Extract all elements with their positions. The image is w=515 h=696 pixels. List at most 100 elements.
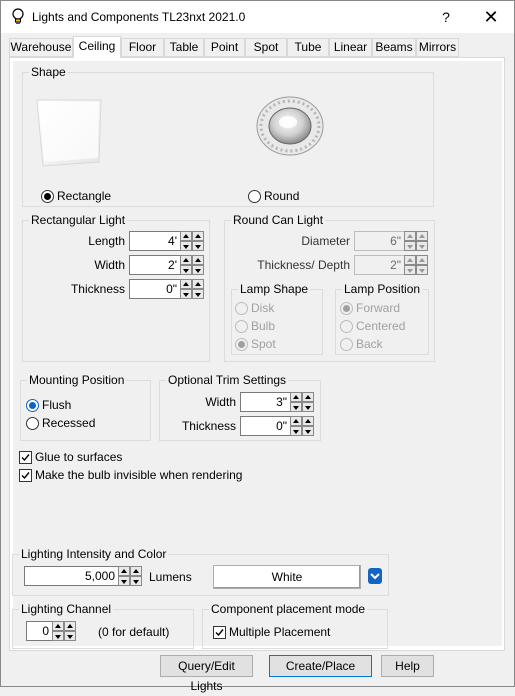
create-place-button[interactable]: Create/Place xyxy=(269,655,372,677)
help-title-button[interactable]: ? xyxy=(431,5,461,29)
width-increment[interactable] xyxy=(180,255,192,265)
trim-thickness-decrement[interactable] xyxy=(290,426,302,436)
diameter-arrows xyxy=(404,231,429,251)
channel-input[interactable]: 0 xyxy=(26,621,53,641)
lamp-shape-disk-radio: Disk xyxy=(235,301,274,315)
intensity-decrement-alt[interactable] xyxy=(130,576,142,586)
check-icon xyxy=(21,472,30,480)
diameter-increment xyxy=(404,231,416,241)
thickness-increment-alt[interactable] xyxy=(192,279,204,289)
mounting-recessed-radio[interactable]: Recessed xyxy=(26,416,95,430)
multiple-placement-label: Multiple Placement xyxy=(229,625,331,639)
channel-increment[interactable] xyxy=(52,621,64,631)
length-arrows xyxy=(180,231,205,251)
intensity-arrows xyxy=(118,566,143,586)
intensity-decrement[interactable] xyxy=(118,576,130,586)
tab-floor[interactable]: Floor xyxy=(121,38,164,57)
intensity-increment-alt[interactable] xyxy=(130,566,142,576)
width-arrows xyxy=(180,255,205,275)
rectangle-light-preview[interactable] xyxy=(33,96,105,168)
length-increment-alt[interactable] xyxy=(192,231,204,241)
mounting-flush-radio[interactable]: Flush xyxy=(26,398,71,412)
width-decrement-alt[interactable] xyxy=(192,265,204,275)
channel-decrement-alt[interactable] xyxy=(64,631,76,641)
depth-decrement-alt xyxy=(416,265,428,275)
shape-round-label: Round xyxy=(264,189,300,203)
width-increment-alt[interactable] xyxy=(192,255,204,265)
trim-width-increment[interactable] xyxy=(290,392,302,402)
color-dropdown-button[interactable] xyxy=(368,568,382,584)
placement-mode-label: Component placement mode xyxy=(209,602,368,616)
trim-settings-label: Optional Trim Settings xyxy=(166,373,289,387)
lamp-shape-spot-radio: Spot xyxy=(235,337,276,351)
tab-linear[interactable]: Linear xyxy=(329,38,372,57)
diameter-input: 6" xyxy=(354,231,405,251)
trim-thickness-increment[interactable] xyxy=(290,416,302,426)
checkbox-box xyxy=(19,469,32,482)
tab-table[interactable]: Table xyxy=(164,38,204,57)
trim-width-increment-alt[interactable] xyxy=(302,392,314,402)
length-decrement-alt[interactable] xyxy=(192,241,204,251)
color-picker-button[interactable]: White xyxy=(213,565,361,589)
trim-thickness-input[interactable]: 0" xyxy=(240,416,291,436)
diameter-label: Diameter xyxy=(301,234,350,248)
invisible-bulb-checkbox[interactable]: Make the bulb invisible when rendering xyxy=(19,468,242,482)
glue-to-surfaces-checkbox[interactable]: Glue to surfaces xyxy=(19,450,122,464)
tab-point[interactable]: Point xyxy=(204,38,245,57)
dialog-window: Lights and Components TL23nxt 2021.0 ? ✕… xyxy=(0,0,515,693)
trim-thickness-decrement-alt[interactable] xyxy=(302,426,314,436)
tab-ceiling[interactable]: Ceiling xyxy=(73,36,121,58)
length-input[interactable]: 4' xyxy=(129,231,181,251)
thickness-decrement-alt[interactable] xyxy=(192,289,204,299)
length-decrement[interactable] xyxy=(180,241,192,251)
lamp-shape-bulb-label: Bulb xyxy=(251,319,276,333)
diameter-decrement xyxy=(404,241,416,251)
tab-warehouse[interactable]: Warehouse xyxy=(9,38,73,57)
lamp-position-centered-label: Centered xyxy=(356,319,406,333)
rectangular-light-label: Rectangular Light xyxy=(29,213,128,227)
channel-arrows xyxy=(52,621,77,641)
help-button[interactable]: Help xyxy=(381,655,434,677)
thickness-input[interactable]: 0" xyxy=(129,279,181,299)
width-input[interactable]: 2' xyxy=(129,255,181,275)
depth-arrows xyxy=(404,255,429,275)
shape-rectangle-radio[interactable]: Rectangle xyxy=(41,189,111,203)
depth-increment xyxy=(404,255,416,265)
window-title: Lights and Components TL23nxt 2021.0 xyxy=(32,10,246,24)
width-label: Width xyxy=(94,258,125,272)
length-increment[interactable] xyxy=(180,231,192,241)
channel-increment-alt[interactable] xyxy=(64,621,76,631)
channel-hint: (0 for default) xyxy=(98,625,170,639)
trim-width-decrement[interactable] xyxy=(290,402,302,412)
intensity-input[interactable]: 5,000 xyxy=(24,566,119,586)
trim-width-input[interactable]: 3" xyxy=(240,392,291,412)
close-button[interactable]: ✕ xyxy=(471,5,511,29)
radio-indicator xyxy=(340,302,353,315)
channel-decrement[interactable] xyxy=(52,631,64,641)
tab-mirrors[interactable]: Mirrors xyxy=(416,38,459,57)
lamp-position-centered-radio: Centered xyxy=(340,319,405,333)
diameter-decrement-alt xyxy=(416,241,428,251)
thickness-increment[interactable] xyxy=(180,279,192,289)
trim-thickness-increment-alt[interactable] xyxy=(302,416,314,426)
radio-indicator xyxy=(340,320,353,333)
shape-round-radio[interactable]: Round xyxy=(248,189,299,203)
lamp-shape-bulb-radio: Bulb xyxy=(235,319,275,333)
lamp-position-forward-radio: Forward xyxy=(340,301,400,315)
width-decrement[interactable] xyxy=(180,265,192,275)
query-edit-lights-button[interactable]: Query/Edit Lights xyxy=(160,655,253,693)
multiple-placement-checkbox[interactable]: Multiple Placement xyxy=(213,625,330,639)
check-icon xyxy=(215,629,224,637)
shape-rectangle-label: Rectangle xyxy=(57,189,112,203)
depth-decrement xyxy=(404,265,416,275)
trim-thickness-label: Thickness xyxy=(181,419,236,433)
radio-indicator xyxy=(26,399,39,412)
tab-tube[interactable]: Tube xyxy=(287,38,329,57)
round-light-preview[interactable] xyxy=(255,95,325,157)
thickness-decrement[interactable] xyxy=(180,289,192,299)
tab-beams[interactable]: Beams xyxy=(372,38,416,57)
tab-spot[interactable]: Spot xyxy=(245,38,287,57)
intensity-increment[interactable] xyxy=(118,566,130,576)
mounting-position-label: Mounting Position xyxy=(27,373,127,387)
trim-width-decrement-alt[interactable] xyxy=(302,402,314,412)
